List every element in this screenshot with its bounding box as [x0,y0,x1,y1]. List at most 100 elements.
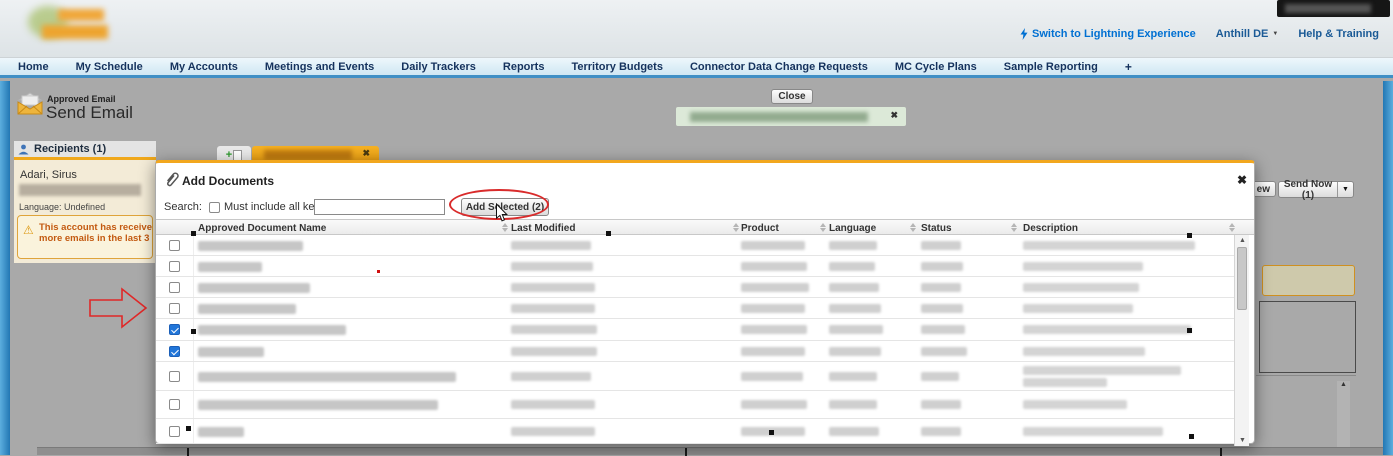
redacted-cell [829,241,877,250]
add-documents-modal: Add Documents ✖ Search: Must include all… [155,160,1255,444]
sort-icon[interactable] [1010,223,1017,233]
tab-meetings-and-events[interactable]: Meetings and Events [265,61,374,73]
badge-close-icon[interactable]: ✖ [890,110,898,121]
col-language[interactable]: Language [829,223,876,234]
row-checkbox[interactable] [169,282,180,293]
annotation-marker [1189,434,1194,439]
tab-connector-data-change-requests[interactable]: Connector Data Change Requests [690,61,868,73]
search-input[interactable] [314,199,445,215]
tab-sample-reporting[interactable]: Sample Reporting [1004,61,1098,73]
row-checkbox[interactable] [169,303,180,314]
sort-icon[interactable] [1228,223,1235,233]
scrollbar-thumb[interactable] [1237,247,1247,310]
approved-email-icon [16,92,44,116]
col-approved-document-name[interactable]: Approved Document Name [198,223,326,234]
background-scrollbar[interactable]: ▲ [1337,381,1350,455]
modal-close-icon[interactable]: ✖ [1237,173,1247,187]
table-row [156,391,1234,419]
redacted-cell [511,262,593,271]
row-checkbox-checked[interactable] [169,324,180,335]
row-checkbox-checked[interactable] [169,346,180,357]
chevron-down-icon: ▼ [1272,31,1278,37]
redacted-cell [921,304,963,313]
help-training-link[interactable]: Help & Training [1298,28,1379,40]
redacted-cell [1023,378,1107,387]
redacted-cell [1023,427,1163,436]
redacted-cell [1023,325,1191,334]
tab-territory-budgets[interactable]: Territory Budgets [571,61,662,73]
tab-close-icon[interactable]: ✖ [362,148,370,159]
header-links: Switch to Lightning Experience Anthill D… [1020,26,1379,41]
table-row [156,298,1234,319]
redacted-cell [829,427,879,436]
sort-icon[interactable] [501,223,508,233]
frame-left [0,81,10,455]
mouse-cursor [495,203,508,223]
redacted-cell [511,427,595,436]
redacted-cell [921,400,961,409]
table-body [156,235,1234,444]
scroll-down-icon[interactable]: ▼ [1235,437,1250,444]
send-now-dropdown-icon[interactable]: ▼ [1337,182,1353,197]
annotation-marker [191,231,196,236]
col-last-modified[interactable]: Last Modified [511,223,575,234]
table-row [156,256,1234,277]
col-product[interactable]: Product [741,223,779,234]
row-checkbox[interactable] [169,371,180,382]
recipient-email-redacted [19,184,141,196]
sort-icon[interactable] [909,223,916,233]
col-description[interactable]: Description [1023,223,1078,234]
nav-tabs: Home My Schedule My Accounts Meetings and E… [18,61,1098,73]
tab-my-schedule[interactable]: My Schedule [76,61,143,73]
recipient-name[interactable]: Adari, Sirus [20,169,77,181]
redacted-cell [198,283,310,293]
redacted-cell [198,325,346,335]
background-table-bar [37,447,1383,455]
sort-icon[interactable] [732,223,739,233]
sort-icon[interactable] [819,223,826,233]
add-tab-button[interactable]: + [1125,60,1132,74]
recipient-language: Language: Undefined [19,202,105,212]
tab-daily-trackers[interactable]: Daily Trackers [401,61,476,73]
table-row [156,277,1234,298]
document-icon [233,150,242,161]
redacted-cell [511,325,597,334]
redacted-cell [1023,241,1195,250]
col-status[interactable]: Status [921,223,952,234]
table-row [156,319,1234,341]
table-row [156,362,1234,391]
annotation-marker [1187,233,1192,238]
tab-home[interactable]: Home [18,61,49,73]
redacted-cell [741,262,807,271]
background-divider [1256,375,1356,376]
frame-right [1383,81,1393,455]
redacted-cell [921,347,967,356]
redacted-cell [741,304,805,313]
redacted-cell [1023,366,1181,375]
switch-to-lightning-link[interactable]: Switch to Lightning Experience [1020,28,1196,40]
close-button[interactable]: Close [771,89,813,104]
row-checkbox[interactable] [169,426,180,437]
redacted-cell [198,241,303,251]
redacted-cell [511,347,597,356]
scroll-up-icon[interactable]: ▲ [1235,237,1250,244]
modal-title: Add Documents [182,174,274,188]
send-now-button[interactable]: Send Now (1) ▼ [1278,181,1354,198]
org-menu[interactable]: Anthill DE▼ [1216,28,1279,40]
redacted-cell [829,347,881,356]
redacted-cell [1023,304,1133,313]
row-checkbox[interactable] [169,240,180,251]
paperclip-icon [164,171,179,187]
tab-mc-cycle-plans[interactable]: MC Cycle Plans [895,61,977,73]
row-checkbox[interactable] [169,399,180,410]
keywords-checkbox[interactable] [209,202,220,213]
annotation-marker [606,231,611,236]
background-content-box [1259,301,1356,373]
tab-reports[interactable]: Reports [503,61,545,73]
redacted-cell [829,283,879,292]
redacted-cell [921,427,961,436]
redacted-cell [921,325,965,334]
row-checkbox[interactable] [169,261,180,272]
tab-my-accounts[interactable]: My Accounts [170,61,238,73]
table-scrollbar[interactable]: ▲ ▼ [1234,235,1249,446]
